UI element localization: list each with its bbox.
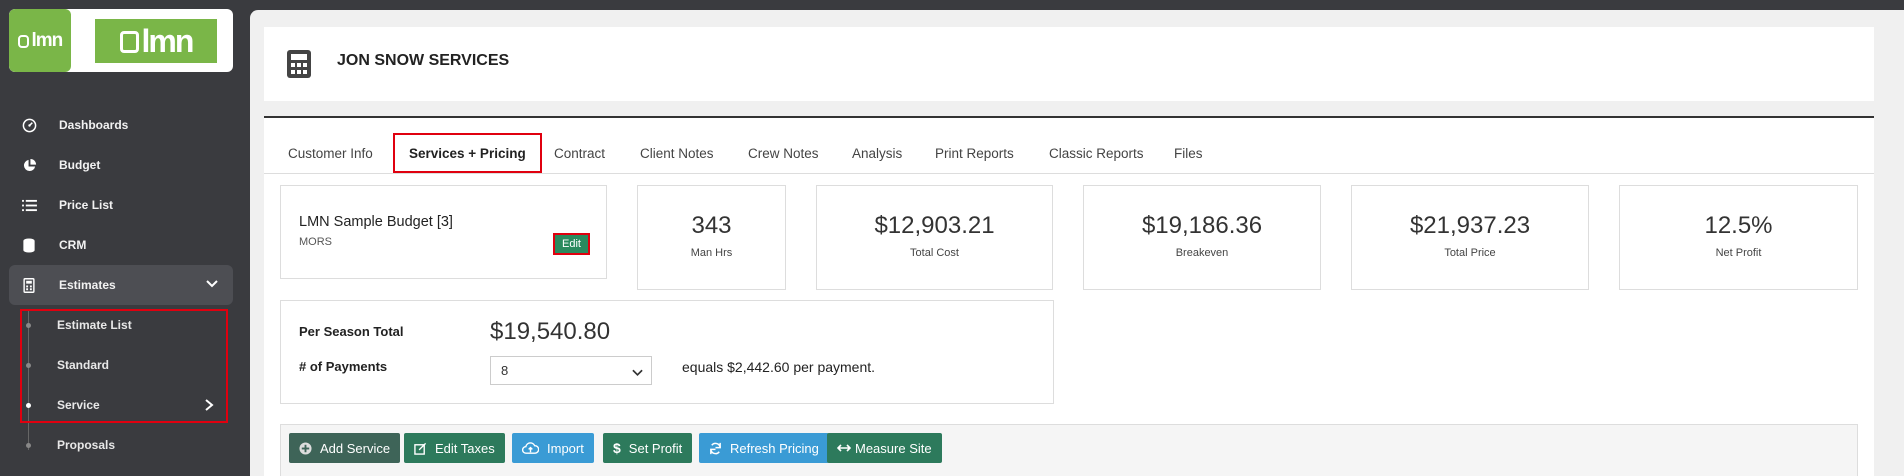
chevron-down-icon[interactable] — [205, 277, 219, 294]
cloud-upload-icon — [522, 441, 539, 455]
button-label: Measure Site — [855, 440, 932, 456]
stat-card-net-profit: 12.5% Net Profit — [1619, 185, 1858, 290]
stat-label: Net Profit — [1715, 247, 1762, 259]
stat-value: $12,903.21 — [874, 212, 995, 239]
plus-circle-icon — [299, 441, 312, 455]
stat-card-total-price: $21,937.23 Total Price — [1351, 185, 1589, 290]
refresh-icon — [709, 442, 722, 455]
logo-small[interactable]: lmn — [9, 9, 71, 72]
tab-print-reports[interactable]: Print Reports — [935, 133, 1014, 173]
payments-select[interactable]: 8 — [490, 356, 652, 385]
measure-site-button[interactable]: Measure Site — [827, 433, 942, 463]
tab-client-notes[interactable]: Client Notes — [640, 133, 714, 173]
stat-label: Breakeven — [1175, 247, 1229, 259]
calculator-icon — [21, 277, 37, 293]
stat-label: Total Cost — [910, 247, 959, 259]
sidebar-item-label: Price List — [59, 198, 114, 212]
sidebar-item-label: CRM — [59, 238, 87, 252]
sidebar-item-crm[interactable]: CRM — [9, 225, 233, 265]
tab-files[interactable]: Files — [1174, 133, 1203, 173]
highlight-box — [20, 309, 228, 423]
logo-container: lmn lmn — [9, 9, 233, 72]
tab-label: Crew Notes — [748, 145, 819, 161]
stat-label: Total Price — [1444, 247, 1496, 259]
tab-label: Classic Reports — [1049, 145, 1144, 161]
tab-services-pricing[interactable]: Services + Pricing — [393, 133, 542, 173]
dollar-icon: $ — [613, 440, 621, 456]
stat-value: 343 — [691, 212, 732, 239]
tab-label: Files — [1174, 145, 1203, 161]
sidebar: lmn lmn Dashboards Budget Price List CRM… — [0, 0, 242, 476]
logo-large[interactable]: lmn — [95, 19, 217, 63]
sidebar-item-label: Dashboards — [59, 118, 129, 132]
budget-title: LMN Sample Budget [3] — [299, 214, 453, 230]
logo-small-text: lmn — [31, 29, 63, 51]
tab-crew-notes[interactable]: Crew Notes — [748, 133, 819, 173]
sidebar-item-dashboards[interactable]: Dashboards — [9, 105, 233, 145]
stat-value: $19,186.36 — [1141, 212, 1263, 239]
tab-contract[interactable]: Contract — [554, 133, 605, 173]
edit-budget-button[interactable]: Edit — [553, 233, 590, 255]
stat-value: 12.5% — [1704, 212, 1773, 239]
sidebar-item-label: Budget — [59, 158, 101, 172]
button-label: Set Profit — [628, 440, 683, 456]
sidebar-item-estimates[interactable]: Estimates — [9, 265, 233, 305]
season-total-label: Per Season Total — [299, 324, 404, 339]
sidebar-item-label: Estimates — [59, 278, 116, 292]
tab-label: Customer Info — [288, 145, 373, 161]
page-title: JON SNOW SERVICES — [337, 52, 510, 69]
list-icon — [21, 197, 37, 213]
sidebar-item-price-list[interactable]: Price List — [9, 185, 233, 225]
calculator-icon — [287, 50, 311, 83]
button-label: Import — [547, 440, 584, 456]
edit-icon — [414, 442, 427, 455]
stat-card-breakeven: $19,186.36 Breakeven — [1083, 185, 1321, 290]
stat-card-total-cost: $12,903.21 Total Cost — [816, 185, 1053, 290]
tab-label: Contract — [554, 145, 606, 161]
arrows-horizontal-icon — [837, 443, 851, 453]
logo-large-text: lmn — [141, 22, 194, 59]
button-label: Refresh Pricing — [730, 440, 819, 456]
tab-label: Print Reports — [935, 145, 1014, 161]
season-card — [280, 300, 1054, 404]
stat-label: Man Hrs — [690, 247, 733, 259]
payments-select-value: 8 — [501, 363, 509, 378]
sidebar-subitem-proposals[interactable]: Proposals — [57, 434, 115, 456]
tab-label: Analysis — [852, 145, 903, 161]
budget-card — [280, 185, 607, 279]
tab-label: Client Notes — [640, 145, 714, 161]
stat-value: $21,937.23 — [1409, 212, 1531, 239]
set-profit-button[interactable]: $ Set Profit — [603, 433, 693, 463]
season-total-value: $19,540.80 — [490, 318, 611, 345]
tab-label: Services + Pricing — [409, 145, 526, 161]
pie-chart-icon — [21, 157, 37, 173]
edit-taxes-button[interactable]: Edit Taxes — [404, 433, 505, 463]
stat-card-man-hrs: 343 Man Hrs — [637, 185, 786, 290]
payment-equals-text: equals $2,442.60 per payment. — [682, 359, 876, 375]
add-service-button[interactable]: Add Service — [289, 433, 401, 463]
refresh-pricing-button[interactable]: Refresh Pricing — [699, 433, 829, 463]
database-icon — [21, 237, 37, 253]
button-label: Add Service — [320, 440, 391, 456]
payments-label: # of Payments — [299, 359, 388, 374]
chevron-down-icon — [632, 366, 643, 381]
button-label: Edit Taxes — [435, 440, 495, 456]
budget-subtitle: MORS — [299, 236, 332, 248]
import-button[interactable]: Import — [512, 433, 594, 463]
tab-classic-reports[interactable]: Classic Reports — [1049, 133, 1144, 173]
tab-customer-info[interactable]: Customer Info — [288, 133, 373, 173]
subitem-label: Proposals — [57, 438, 116, 452]
submenu-dot — [26, 443, 31, 448]
tab-analysis[interactable]: Analysis — [852, 133, 902, 173]
sidebar-item-budget[interactable]: Budget — [9, 145, 233, 185]
dashboard-gauge-icon — [21, 117, 37, 133]
tabs-divider — [264, 173, 1874, 174]
